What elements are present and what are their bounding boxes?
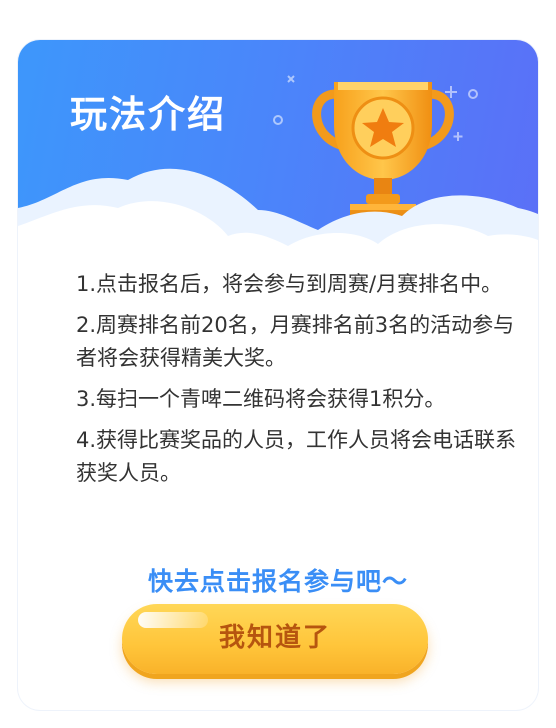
modal-header: 玩法介绍 xyxy=(18,40,538,300)
rules-list: 1.点击报名后，将会参与到周赛/月赛排名中。 2.周赛排名前20名，月赛排名前3… xyxy=(76,268,526,498)
rule-item: 1.点击报名后，将会参与到周赛/月赛排名中。 xyxy=(76,272,503,296)
confirm-button[interactable]: 我知道了 xyxy=(122,604,428,674)
rule-item: 3.每扫一个青啤二维码将会获得1积分。 xyxy=(76,387,446,411)
cta-text: 快去点击报名参与吧～ xyxy=(147,567,408,596)
rule-item: 2.周赛排名前20名，月赛排名前3名的活动参与者将会获得精美大奖。 xyxy=(76,313,515,370)
cloud-decoration xyxy=(18,168,538,300)
rules-modal: 玩法介绍 1.点击报名后，将会参与到周赛/月赛排名中。 2.周赛排名前20名，月… xyxy=(18,40,538,710)
confirm-button-label: 我知道了 xyxy=(218,622,331,652)
modal-title: 玩法介绍 xyxy=(70,93,226,136)
rule-item: 4.获得比赛奖品的人员，工作人员将会电话联系获奖人员。 xyxy=(76,428,517,485)
